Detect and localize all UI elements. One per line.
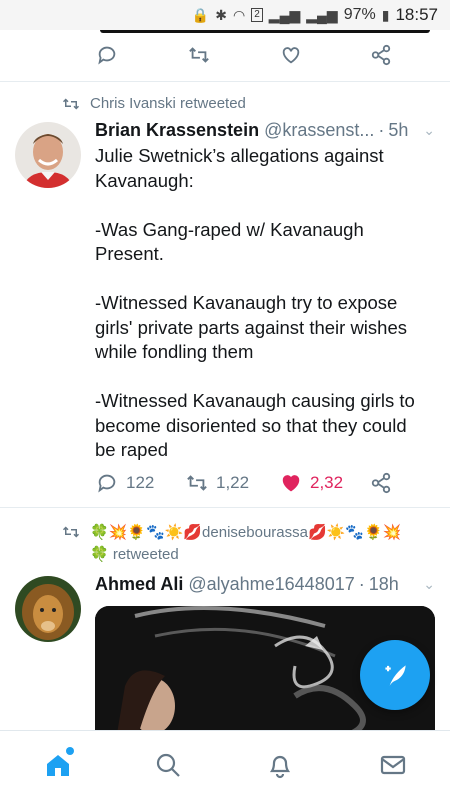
author-handle[interactable]: @alyahme16448017 (188, 574, 354, 595)
retweet-button[interactable]: 1,22 (186, 472, 249, 494)
chevron-down-icon[interactable]: ⌄ (413, 122, 435, 139)
compose-tweet-button[interactable] (360, 640, 430, 710)
signal-icon-2: ▂▄▆ (306, 6, 338, 23)
heart-icon (282, 475, 300, 492)
share-icon (371, 472, 391, 494)
share-button[interactable] (370, 472, 392, 494)
time-separator: · (358, 574, 365, 594)
tweet-time: 18h (368, 574, 399, 594)
avatar[interactable] (15, 122, 81, 188)
nav-home[interactable] (42, 747, 74, 781)
tweet-header: Brian Krassenstein @krassenst... · 5h ⌄ (95, 120, 435, 141)
share-icon (371, 44, 391, 66)
like-count: 2,32 (310, 473, 344, 492)
battery-percent: 97% (343, 6, 376, 23)
bell-icon (269, 755, 291, 779)
retweet-count: 1,22 (216, 473, 250, 492)
retweet-icon (187, 475, 207, 491)
retweet-icon (189, 47, 209, 63)
avatar-image (15, 122, 81, 188)
nav-notifications[interactable] (264, 749, 296, 781)
chevron-down-icon[interactable]: ⌄ (413, 576, 435, 593)
retweet-context[interactable]: 🍀💥🌻🐾☀️💋denisebourassa💋☀️🐾🌻💥 🍀 retweeted (62, 522, 401, 566)
avatar-image (15, 576, 81, 642)
reply-icon (98, 474, 116, 493)
retweet-button[interactable] (188, 44, 210, 66)
reply-count: 122 (126, 473, 155, 492)
lock-icon: 🔒 (191, 6, 210, 23)
tweet-header: Ahmed Ali @alyahme16448017 · 18h ⌄ (95, 574, 435, 595)
tweet-text: Julie Swetnick’s allegations against Kav… (95, 145, 415, 460)
signal-icon: ▂▄▆ (268, 6, 301, 23)
nav-messages[interactable] (377, 749, 409, 781)
tweet-time: 5h (388, 120, 409, 140)
battery-icon: ▮ (381, 6, 390, 23)
sim-indicator: 2 (251, 8, 263, 22)
retweet-icon (62, 97, 80, 110)
search-icon (156, 753, 180, 777)
previous-tweet-actions (0, 30, 450, 82)
reply-button[interactable]: 122 (96, 472, 154, 494)
envelope-icon (380, 755, 406, 775)
status-bar: 🔒 ✱ ◠ 2 ▂▄▆ ▂▄▆ 97% ▮ 18:57 (0, 0, 450, 30)
notification-dot (66, 747, 74, 755)
time-separator: · (378, 120, 385, 140)
clock: 18:57 (395, 5, 438, 24)
author-name[interactable]: Brian Krassenstein (95, 120, 259, 141)
avatar[interactable] (15, 576, 81, 642)
like-button[interactable] (280, 44, 302, 66)
compose-feather-icon (385, 665, 406, 686)
wifi-icon: ◠ (233, 6, 246, 23)
heart-icon (282, 47, 300, 64)
previous-tweet-media-edge (100, 30, 430, 33)
author-name[interactable]: Ahmed Ali (95, 574, 183, 595)
retweet-context-label: 🍀💥🌻🐾☀️💋denisebourassa💋☀️🐾🌻💥 (90, 524, 402, 541)
retweet-context[interactable]: Chris Ivanski retweeted (62, 95, 246, 112)
share-button[interactable] (370, 44, 392, 66)
retweet-context-label: Chris Ivanski retweeted (90, 95, 246, 112)
retweet-icon (62, 526, 80, 538)
bottom-navigation (0, 730, 450, 800)
author-handle[interactable]: @krassenst... (264, 120, 374, 141)
retweet-context-label-2: 🍀 retweeted (90, 546, 179, 563)
bluetooth-icon: ✱ (215, 6, 228, 23)
reply-icon (98, 46, 116, 65)
like-button[interactable]: 2,32 (280, 472, 343, 494)
reply-button[interactable] (96, 44, 118, 66)
tweet[interactable]: Chris Ivanski retweeted Brian Krassenste… (0, 82, 450, 508)
home-icon (47, 755, 69, 776)
nav-search[interactable] (152, 749, 184, 781)
